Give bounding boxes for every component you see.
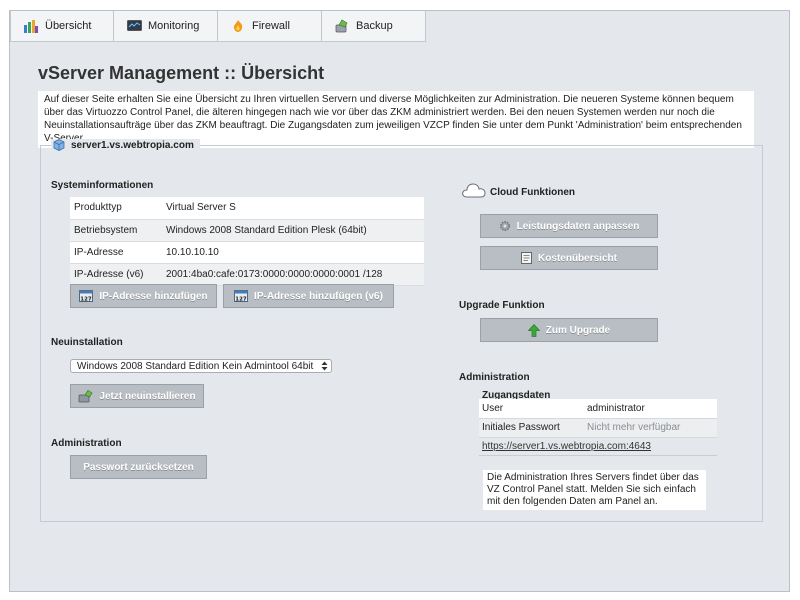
credential-value: administrator: [584, 399, 717, 419]
tab-firewall[interactable]: Firewall: [218, 11, 322, 42]
admin-heading-left: Administration: [51, 438, 122, 449]
table-row: Initiales Passwort Nicht mehr verfügbar: [479, 418, 717, 438]
page-title: vServer Management :: Übersicht: [38, 63, 325, 83]
server-cube-icon: [53, 139, 65, 151]
table-row: Produkttyp Virtual Server S: [70, 197, 424, 220]
firewall-icon: [230, 19, 246, 33]
tab-backup[interactable]: Backup: [322, 11, 426, 42]
tab-label: Backup: [356, 20, 393, 32]
tab-monitoring[interactable]: Monitoring: [114, 11, 218, 42]
sysinfo-table: Produkttyp Virtual Server S Betriebsyste…: [70, 197, 424, 286]
reset-password-button-label: Passwort zurücksetzen: [83, 461, 194, 473]
cost-overview-button-label: Kostenübersicht: [538, 252, 617, 264]
svg-text:127: 127: [81, 297, 93, 303]
arrow-up-icon: [527, 323, 540, 337]
backup-icon: [334, 19, 350, 33]
overview-icon: [23, 19, 39, 33]
table-row: IP-Adresse 10.10.10.10: [70, 241, 424, 264]
credentials-table: User administrator Initiales Passwort Ni…: [479, 399, 717, 438]
tab-label: Übersicht: [45, 20, 92, 32]
add-ip-button-label: IP-Adresse hinzufügen: [99, 290, 208, 302]
credential-key: User: [479, 399, 584, 419]
sysinfo-key: IP-Adresse: [70, 241, 162, 264]
sysinfo-key: IP-Adresse (v6): [70, 263, 162, 286]
select-arrows-icon: [320, 361, 329, 372]
reinstall-button-label: Jetzt neuinstallieren: [99, 390, 196, 402]
table-row: Betriebsystem Windows 2008 Standard Edit…: [70, 219, 424, 242]
sysinfo-value: Windows 2008 Standard Edition Plesk (64b…: [162, 219, 424, 242]
tab-bar: Übersicht Monitoring Firewall Backup: [10, 11, 426, 44]
os-select-value: Windows 2008 Standard Edition Kein Admin…: [77, 360, 314, 372]
document-icon: [521, 252, 533, 264]
upgrade-button[interactable]: Zum Upgrade: [480, 318, 658, 342]
server-header: server1.vs.webtropia.com: [51, 139, 200, 151]
install-icon: [78, 389, 93, 403]
reinstall-heading: Neuinstallation: [51, 337, 123, 348]
svg-text:127: 127: [235, 297, 247, 303]
upgrade-heading: Upgrade Funktion: [459, 300, 545, 311]
cloud-icon: [461, 182, 487, 201]
server-panel: server1.vs.webtropia.com Systeminformati…: [40, 139, 763, 522]
app-window: Übersicht Monitoring Firewall Backup vSe…: [9, 10, 790, 592]
tab-label: Firewall: [252, 20, 290, 32]
admin-note: Die Administration Ihres Servers findet …: [483, 470, 706, 510]
sysinfo-value: 10.10.10.10: [162, 241, 424, 264]
table-row: IP-Adresse (v6) 2001:4ba0:cafe:0173:0000…: [70, 263, 424, 286]
monitor-icon: [126, 19, 142, 33]
os-select[interactable]: Windows 2008 Standard Edition Kein Admin…: [70, 359, 332, 373]
tab-label: Monitoring: [148, 20, 200, 32]
ip-address-icon: 127: [79, 290, 94, 303]
credential-key: Initiales Passwort: [479, 418, 584, 438]
sysinfo-value: Virtual Server S: [162, 197, 424, 220]
gear-icon: [499, 220, 511, 232]
adjust-performance-button[interactable]: Leistungsdaten anpassen: [480, 214, 658, 238]
upgrade-button-label: Zum Upgrade: [545, 324, 611, 336]
sysinfo-key: Produkttyp: [70, 197, 162, 220]
table-row: User administrator: [479, 399, 717, 419]
control-panel-link[interactable]: https://server1.vs.webtropia.com:4643: [479, 438, 717, 456]
add-ipv6-button-label: IP-Adresse hinzufügen (v6): [254, 290, 383, 302]
add-ipv6-button[interactable]: 127 IP-Adresse hinzufügen (v6): [223, 284, 394, 308]
sysinfo-key: Betriebsystem: [70, 219, 162, 242]
adjust-performance-button-label: Leistungsdaten anpassen: [516, 220, 640, 232]
cost-overview-button[interactable]: Kostenübersicht: [480, 246, 658, 270]
reinstall-button[interactable]: Jetzt neuinstallieren: [70, 384, 204, 408]
sysinfo-value: 2001:4ba0:cafe:0173:0000:0000:0000:0001 …: [162, 263, 424, 286]
cloud-heading: Cloud Funktionen: [490, 187, 575, 198]
add-ip-button[interactable]: 127 IP-Adresse hinzufügen: [70, 284, 217, 308]
sysinfo-heading: Systeminformationen: [51, 180, 154, 191]
ip-address-icon: 127: [234, 290, 249, 303]
tab-overview[interactable]: Übersicht: [10, 11, 114, 42]
admin-heading-right: Administration: [459, 372, 530, 383]
credential-value: Nicht mehr verfügbar: [584, 418, 717, 438]
server-hostname: server1.vs.webtropia.com: [71, 139, 194, 151]
reset-password-button[interactable]: Passwort zurücksetzen: [70, 455, 207, 479]
